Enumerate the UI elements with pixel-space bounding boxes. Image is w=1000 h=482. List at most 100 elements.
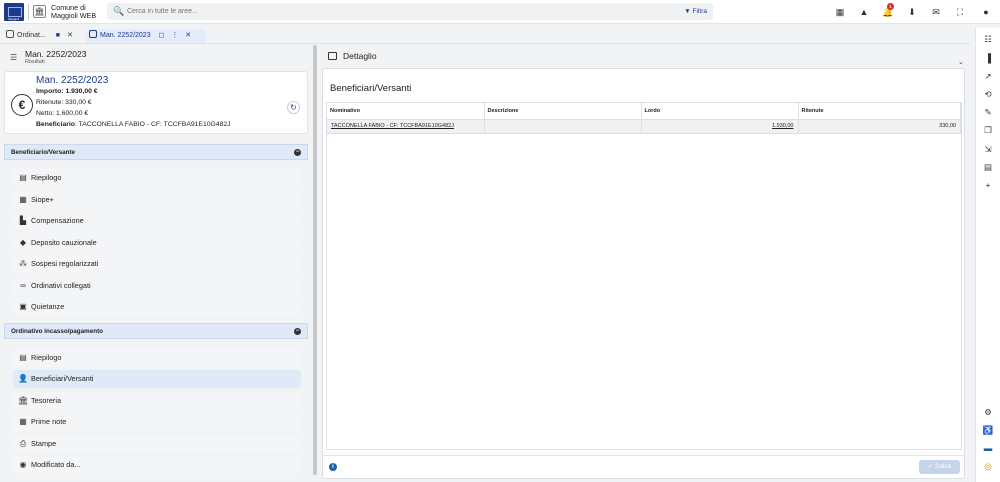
- bank-icon: 🏛: [18, 396, 29, 405]
- importo: Importo: 1.930,00 €: [36, 88, 98, 95]
- column-header-lordo[interactable]: Lordo: [641, 103, 799, 120]
- close-icon[interactable]: ✕: [67, 32, 73, 39]
- close-icon[interactable]: ✕: [185, 32, 191, 39]
- column-header-nominativo[interactable]: Nominativo: [327, 103, 485, 120]
- mail-icon[interactable]: ✉: [924, 7, 948, 18]
- cell-ritenute: 330,00: [798, 119, 961, 134]
- app-title-line2: Maggioli WEB: [51, 10, 97, 20]
- detail-title: Dettaglio: [343, 51, 377, 61]
- card-title: Man. 2252/2023: [36, 75, 109, 86]
- dashboard-icon[interactable]: ▦: [828, 7, 852, 18]
- chat-icon[interactable]: ▬: [976, 443, 1000, 453]
- more-icon[interactable]: ⋮: [171, 32, 178, 39]
- cell-lordo[interactable]: 1.930,00: [641, 119, 799, 134]
- accessibility-icon[interactable]: ♿: [976, 425, 1000, 436]
- menu-item-label: Tesoreria: [31, 396, 62, 405]
- menu-item-stampe[interactable]: ⎙ Stampe: [13, 435, 301, 453]
- support-icon[interactable]: ◎: [976, 461, 1000, 472]
- section-title: Beneficiari/Versanti: [330, 83, 412, 94]
- document-icon: ▙: [19, 216, 27, 225]
- app-title: Comune di Maggioli WEB: [51, 4, 96, 19]
- divider: [322, 455, 965, 456]
- column-header-ritenute[interactable]: Ritenute: [798, 103, 961, 120]
- save-button[interactable]: ✓ Salva: [919, 460, 960, 474]
- toolbar-icons: ▦ ▲ 🔔 1 ⬇ ✉ ⛶ ●: [828, 0, 1000, 24]
- window-icon[interactable]: ◻: [159, 32, 165, 39]
- column-header-descrizione[interactable]: Descrizione: [484, 103, 642, 120]
- menu-item-sospesi[interactable]: ⁂ Sospesi regolarizzati: [13, 255, 301, 273]
- warning-icon[interactable]: ▲: [852, 7, 876, 17]
- person-icon: 👤: [18, 374, 28, 383]
- section-ordinativo-header[interactable]: Ordinativo incasso/pagamento −: [4, 323, 308, 339]
- refresh-button[interactable]: ↻: [287, 101, 300, 114]
- download-icon[interactable]: ⬇: [900, 7, 924, 18]
- search-input[interactable]: [127, 5, 547, 18]
- pin-icon[interactable]: ✎: [976, 107, 1000, 118]
- menu-item-label: Sospesi regolarizzati: [31, 259, 99, 268]
- menu-item-ordinativi-collegati[interactable]: ∞ Ordinativi collegati: [13, 277, 301, 295]
- filter-button[interactable]: ▼ Filtra: [684, 6, 707, 17]
- menu-item-prime-note[interactable]: ▦ Prime note: [13, 413, 301, 431]
- database-icon: ◉: [19, 460, 27, 469]
- chevron-down-icon[interactable]: ⌄: [958, 58, 964, 66]
- history-icon[interactable]: ⟲: [976, 89, 1000, 100]
- add-icon[interactable]: +: [976, 180, 1000, 190]
- menu-item-deposito[interactable]: ◆ Deposito cauzionale: [13, 234, 301, 252]
- beneficiario-label: Beneficiario: [36, 121, 75, 128]
- menu-item-label: Riepilogo: [31, 353, 62, 362]
- table-row[interactable]: TACCONELLA FABIO - CF: TCCFBA91E10G482J …: [327, 119, 961, 134]
- link-icon: ∞: [20, 281, 26, 290]
- grid-icon: ▦: [19, 417, 27, 426]
- menu-item-riepilogo-ordinativo[interactable]: ▤ Riepilogo: [13, 349, 301, 367]
- trend-icon[interactable]: ↗: [976, 71, 1000, 82]
- cell-nominativo[interactable]: TACCONELLA FABIO - CF: TCCFBA91E10G482J: [327, 119, 485, 134]
- tab-app-icon: [89, 30, 97, 38]
- list-icon[interactable]: ☰: [10, 53, 17, 62]
- menu-item-riepilogo[interactable]: ▤ Riepilogo: [13, 169, 301, 187]
- menu-item-beneficiari[interactable]: 👤 Beneficiari/Versanti: [13, 370, 301, 388]
- tab-bar: Ordinat... ■ ✕ Man. 2252/2023 ◻ ⋮ ✕ ⌄: [0, 28, 970, 66]
- collapse-icon[interactable]: −: [294, 149, 301, 156]
- section-title: Beneficiario/Versante: [11, 149, 76, 156]
- info-icon[interactable]: i: [329, 463, 337, 471]
- divider: [0, 43, 970, 44]
- menu-item-label: Beneficiari/Versanti: [31, 374, 94, 383]
- copy-icon[interactable]: ❐: [976, 125, 1000, 136]
- beneficiario: Beneficiario: TACCONELLA FABIO - CF: TCC…: [36, 121, 231, 128]
- tab-mandato[interactable]: Man. 2252/2023 ◻ ⋮ ✕: [86, 29, 206, 43]
- save-label: Salva: [935, 463, 952, 470]
- menu-item-quietanze[interactable]: ▣ Quietanze: [13, 298, 301, 316]
- municipality-icon[interactable]: 🏛: [33, 5, 46, 18]
- tab-ordinativi[interactable]: Ordinat... ■ ✕: [4, 29, 84, 43]
- menu-item-siope[interactable]: ▦ Siope+: [13, 191, 301, 209]
- menu-item-label: Ordinativi collegati: [31, 281, 91, 290]
- top-bar: Maggioli 🏛 Comune di Maggioli WEB 🔍 ▼ Fi…: [0, 0, 1000, 24]
- bookmark-icon[interactable]: ■: [56, 32, 60, 39]
- gear-icon[interactable]: ⚙: [976, 407, 1000, 418]
- tab-label: Man. 2252/2023: [100, 32, 151, 39]
- list-checks-icon[interactable]: ☷: [976, 34, 1000, 45]
- fullscreen-icon[interactable]: ⛶: [948, 7, 972, 18]
- panel-icon: [328, 52, 337, 60]
- menu-item-compensazione[interactable]: ▙ Compensazione: [13, 212, 301, 230]
- bell-icon[interactable]: 🔔 1: [876, 2, 900, 18]
- data-grid: Nominativo Descrizione Lordo Ritenute TA…: [327, 103, 961, 134]
- report-icon: ▤: [19, 353, 27, 362]
- beneficiari-table: Nominativo Descrizione Lordo Ritenute TA…: [326, 102, 962, 450]
- menu-item-label: Modificato da...: [31, 460, 81, 469]
- report-icon: ▤: [19, 173, 27, 182]
- panel-resize-handle[interactable]: [313, 45, 317, 475]
- books-icon[interactable]: ▐: [976, 53, 1000, 63]
- ritenute: Ritenute: 330,00 €: [36, 99, 92, 106]
- menu-item-label: Siope+: [31, 195, 54, 204]
- account-icon[interactable]: ●: [972, 7, 1000, 17]
- menu-item-modificato[interactable]: ◉ Modificato da...: [13, 456, 301, 474]
- logo: Maggioli: [4, 3, 24, 21]
- notification-badge: 1: [887, 2, 894, 10]
- menu-item-tesoreria[interactable]: 🏛 Tesoreria: [13, 392, 301, 410]
- export-icon[interactable]: ⇲: [976, 144, 1000, 155]
- collapse-icon[interactable]: −: [294, 328, 301, 335]
- section-beneficiario-header[interactable]: Beneficiario/Versante −: [4, 144, 308, 160]
- file-icon[interactable]: ▤: [976, 162, 1000, 173]
- divider: [28, 4, 29, 20]
